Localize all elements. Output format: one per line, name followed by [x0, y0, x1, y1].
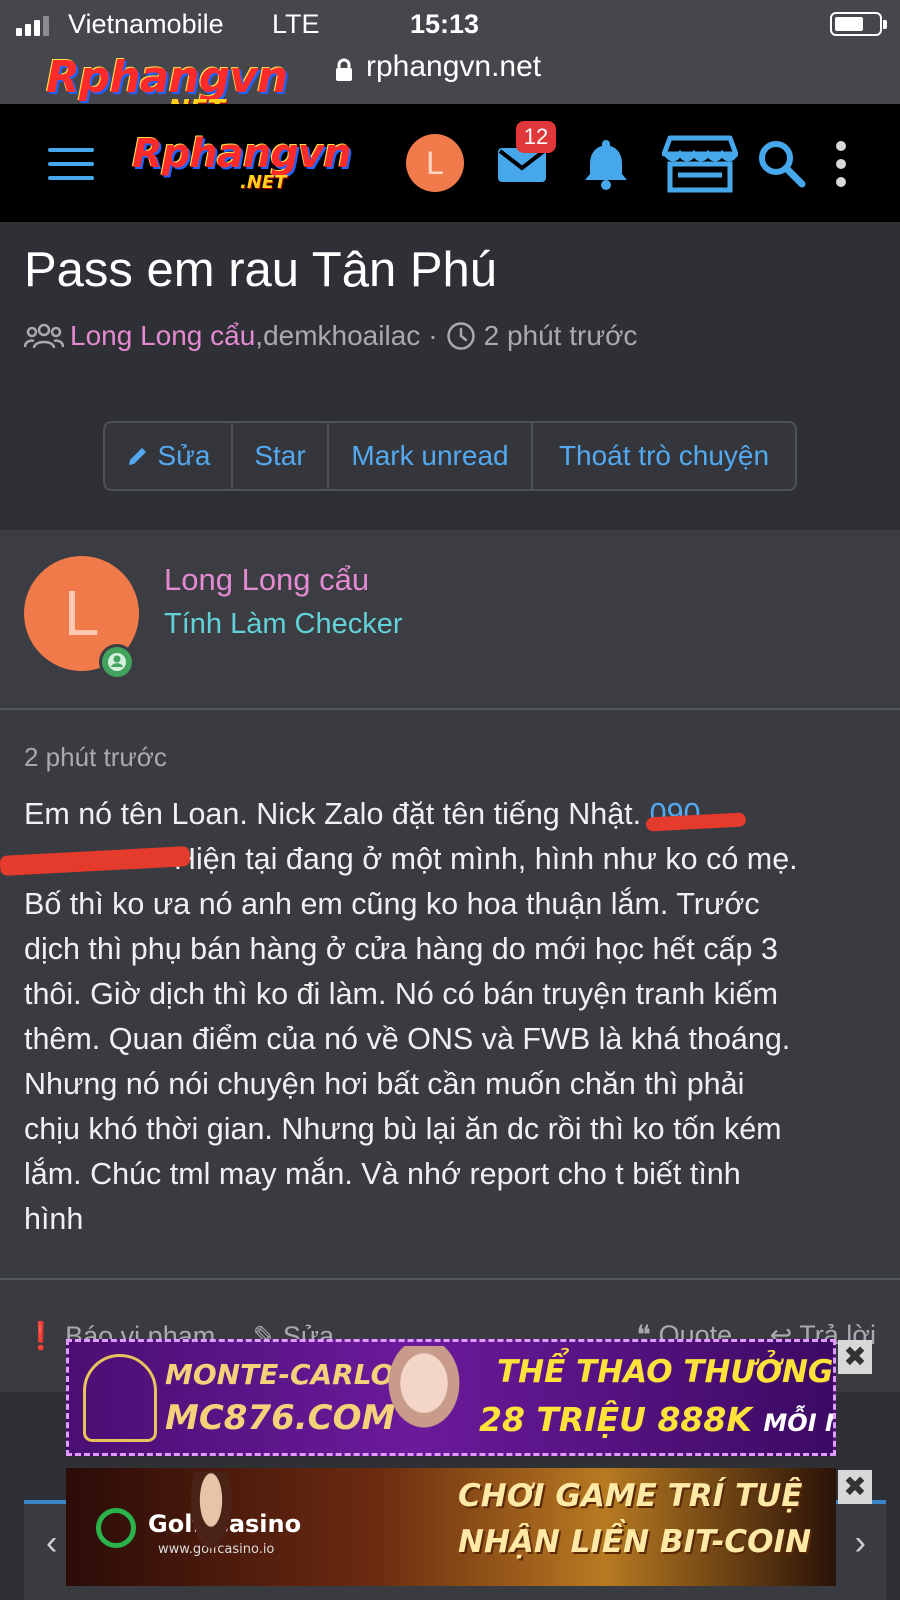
status-bar: Vietnamobile LTE 15:13: [0, 0, 900, 48]
lock-icon: [336, 58, 352, 81]
thread-action-group: Sửa Star Mark unread Thoát trò chuyện: [103, 421, 797, 491]
post-line: dịch thì phụ bán hàng ở cửa hàng do mới …: [24, 932, 778, 966]
meta-dot: ·: [428, 320, 438, 351]
post-line: hình: [24, 1202, 84, 1236]
post-line: thêm. Quan điểm của nó về ONS và FWB là …: [24, 1022, 791, 1056]
ad-close-button[interactable]: ✖: [838, 1470, 874, 1506]
online-status-icon: [99, 644, 135, 680]
close-icon[interactable]: ✖: [838, 1470, 872, 1504]
ad-headline: THỂ THAO THƯỞNG: [497, 1354, 834, 1390]
battery-icon: [830, 12, 887, 36]
star-button[interactable]: Star: [233, 423, 329, 489]
participants-icon: [24, 323, 64, 349]
thread-participant-link[interactable]: demkhoailac: [263, 320, 420, 352]
prev-page-icon[interactable]: ‹: [46, 1524, 57, 1563]
ad-dealer-photo: [176, 1472, 246, 1584]
site-header: Rphangvn .NET L 12: [0, 104, 900, 222]
post-line: Em nó tên Loan. Nick Zalo đặt tên tiếng …: [24, 792, 874, 837]
post-line: chịu khó thời gian. Nhưng bù lại ăn dc r…: [24, 1112, 782, 1146]
ad-banner-golf-casino[interactable]: Golf Casino www.golfcasino.io CHƠI GAME …: [66, 1468, 836, 1586]
bell-icon[interactable]: [576, 134, 636, 194]
post-line: Bố thì ko ưa nó anh em cũng ko hoa thuận…: [24, 887, 760, 921]
post-footer-divider: [0, 1278, 900, 1280]
browser-address-bar[interactable]: Rphangvn .NET rphangvn.net: [0, 48, 900, 123]
ad-banner-monte-carlo[interactable]: MONTE-CARLO MC876.COM THỂ THAO THƯỞNG 28…: [66, 1339, 836, 1456]
post-line: thôi. Giờ dịch thì ko đi làm. Nó có bán …: [24, 977, 779, 1011]
post-body: Em nó tên Loan. Nick Zalo đặt tên tiếng …: [0, 792, 874, 1242]
thread-time: 2 phút trước: [483, 320, 638, 351]
post-date[interactable]: 2 phút trước: [24, 742, 167, 773]
edit-button[interactable]: Sửa: [105, 423, 233, 489]
inbox-count-badge: 12: [516, 121, 556, 153]
user-avatar-button[interactable]: L: [406, 134, 464, 192]
ad-offer: NHẬN LIỀN BIT-COIN: [458, 1524, 812, 1560]
network-type: LTE: [272, 9, 320, 39]
post-line: lắm. Chúc tml may mắn. Và nhớ report cho…: [24, 1157, 741, 1191]
signal-icon: [16, 16, 49, 36]
ad-headline: CHƠI GAME TRÍ TUỆ: [458, 1478, 803, 1514]
ad-chip-icon: [96, 1508, 136, 1548]
site-logo[interactable]: Rphangvn .NET: [132, 134, 352, 192]
redaction-mark: [0, 846, 191, 876]
mark-unread-button[interactable]: Mark unread: [329, 423, 533, 489]
url-text[interactable]: rphangvn.net: [366, 50, 541, 84]
mark-unread-label: Mark unread: [351, 440, 509, 471]
pencil-icon: [128, 448, 146, 465]
ad-domain: MC876.COM: [165, 1398, 396, 1438]
carrier-name: Vietnamobile: [68, 9, 224, 39]
ad-logo-emblem: [83, 1354, 157, 1442]
participant-separator: ,: [255, 320, 264, 351]
more-vertical-icon[interactable]: [826, 134, 856, 194]
clock-icon: [446, 322, 475, 350]
redacted-phone: 090: [645, 797, 746, 832]
edit-button-label: Sửa: [157, 440, 211, 471]
post-line: Nhưng nó nói chuyện hơi bất cần muốn chă…: [24, 1067, 745, 1101]
store-icon[interactable]: [662, 134, 738, 194]
star-button-label: Star: [254, 440, 306, 471]
ad-offer: 28 TRIỆU 888K MỖI NGÀY: [479, 1400, 833, 1439]
leave-conversation-button[interactable]: Thoát trò chuyện: [533, 423, 795, 489]
ad-brand: MONTE-CARLO: [165, 1358, 395, 1391]
leave-conversation-label: Thoát trò chuyện: [558, 440, 770, 471]
clock: 15:13: [410, 9, 480, 39]
post-user-bar: L Long Long cẩu Tính Làm Checker: [0, 530, 900, 710]
post: L Long Long cẩu Tính Làm Checker 2 phút …: [0, 530, 900, 1392]
thread-meta: Long Long cẩu , demkhoailac · 2 phút trư…: [24, 320, 637, 352]
menu-icon[interactable]: [48, 148, 94, 180]
ad-model-photo: [369, 1346, 479, 1452]
post-line: Hiện tại đang ở một mình, hình như ko có…: [0, 837, 874, 882]
ad-close-button[interactable]: ✖: [838, 1340, 874, 1376]
warning-icon: ❗: [24, 1321, 58, 1351]
thread-author-link[interactable]: Long Long cẩu: [70, 320, 255, 352]
next-page-icon[interactable]: ›: [855, 1524, 866, 1563]
post-user-title: Tính Làm Checker: [164, 608, 403, 640]
search-icon[interactable]: [752, 134, 812, 194]
post-username[interactable]: Long Long cẩu: [164, 562, 369, 598]
thread-title: Pass em rau Tân Phú: [24, 243, 498, 297]
close-icon[interactable]: ✖: [838, 1340, 872, 1374]
